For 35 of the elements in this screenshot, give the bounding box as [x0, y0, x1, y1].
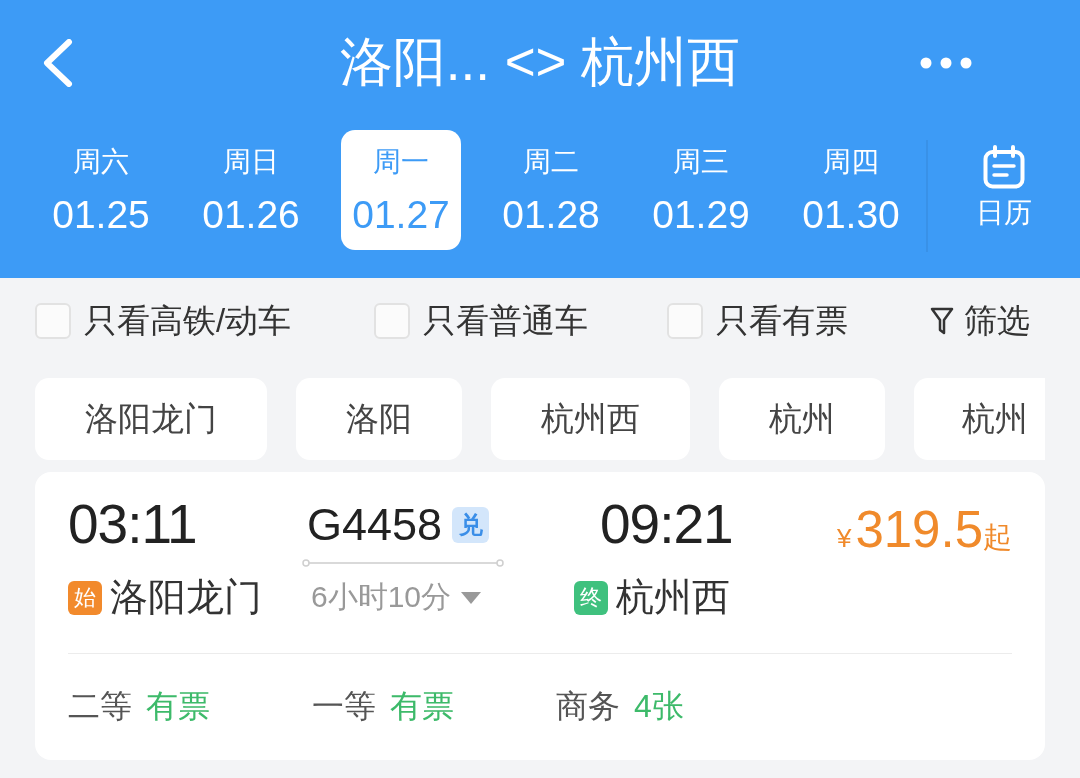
filter-label[interactable]: 只看普通车 — [423, 298, 588, 344]
back-icon — [43, 38, 73, 87]
departure-time: 03:11 — [68, 492, 197, 556]
funnel-icon — [930, 307, 954, 335]
departure-station: 洛阳龙门 — [110, 575, 262, 620]
station-chip[interactable]: 杭州 — [914, 378, 1045, 460]
checkbox[interactable] — [374, 303, 410, 339]
filter-label[interactable]: 只看高铁/动车 — [84, 298, 292, 344]
station-chip[interactable]: 洛阳 — [296, 378, 462, 460]
filter-label[interactable]: 只看有票 — [716, 298, 848, 344]
ticket-tag: 兑 — [452, 507, 490, 543]
more-icon — [920, 56, 972, 69]
seat-class: 二等 — [68, 687, 132, 726]
station-chip[interactable]: 杭州 — [719, 378, 885, 460]
station-chip[interactable]: 杭州西 — [491, 378, 690, 460]
arrival-station: 杭州西 — [616, 575, 730, 620]
route-title: 洛阳... <> 杭州西 — [339, 30, 741, 93]
seat-availability: 4张 — [634, 687, 684, 726]
checkbox[interactable] — [667, 303, 703, 339]
seat-availability: 有票 — [146, 687, 210, 726]
seat-class: 一等 — [312, 687, 376, 726]
train-number: G4458 — [307, 500, 443, 550]
seat-class: 商务 — [556, 687, 620, 726]
train-card[interactable]: 03:11 始 洛阳龙门 G4458 兑 6小时10分 09:21 终 杭州西 ¥319.5起 二等 有票 一等 有票 商务 4张 — [35, 472, 1045, 760]
calendar-icon — [983, 145, 1025, 189]
arrival-tag: 终 — [574, 580, 608, 615]
caret-icon — [461, 591, 482, 604]
departure-tag: 始 — [68, 580, 102, 615]
filter-button[interactable]: 筛选 — [930, 298, 1030, 344]
arrival-time: 09:21 — [600, 492, 733, 556]
checkbox[interactable] — [35, 303, 71, 339]
seat-availability: 有票 — [390, 687, 454, 726]
station-chip[interactable]: 洛阳龙门 — [35, 378, 267, 460]
price: ¥319.5起 — [836, 502, 1012, 558]
more-button[interactable] — [920, 55, 972, 70]
